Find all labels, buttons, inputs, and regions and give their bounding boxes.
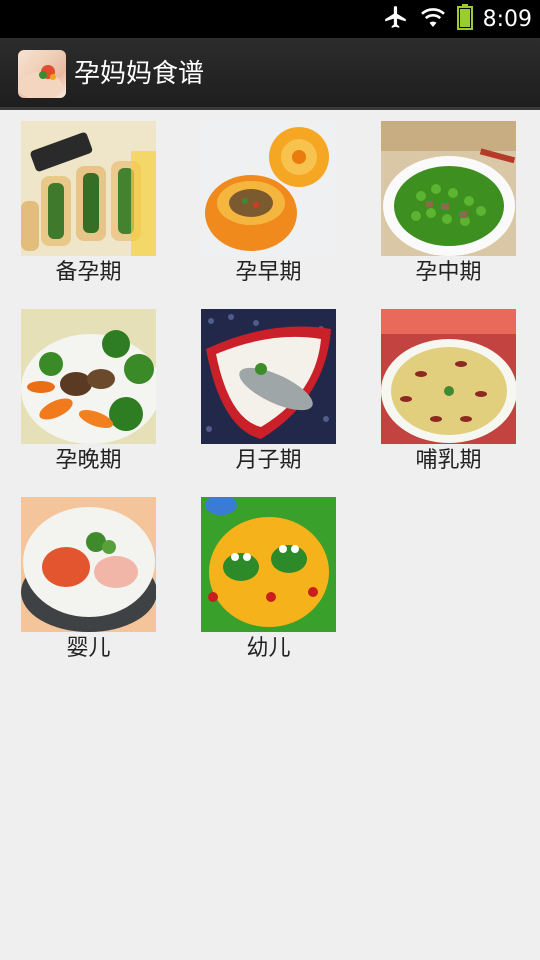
category-label: 孕中期: [415, 260, 482, 285]
category-label: 幼儿: [246, 636, 291, 661]
category-item-prepregnancy[interactable]: 备孕期: [21, 121, 171, 301]
airplane-mode-icon: [383, 4, 409, 34]
app-title: 孕妈妈食谱: [74, 59, 205, 89]
category-item-infant[interactable]: 婴儿: [21, 497, 171, 677]
category-label: 孕晚期: [55, 448, 122, 473]
status-time: 8:09: [482, 6, 532, 32]
category-item-early-pregnancy[interactable]: 孕早期: [201, 121, 351, 301]
category-item-mid-pregnancy[interactable]: 孕中期: [381, 121, 531, 301]
category-item-breastfeeding[interactable]: 哺乳期: [381, 309, 531, 489]
baby-congee-photo: [21, 497, 156, 632]
category-label: 备孕期: [55, 260, 122, 285]
category-grid: 备孕期 孕早期 孕中期 孕晚期 月子期 哺乳期 婴儿 幼儿: [0, 110, 540, 960]
carved-pumpkin-bowl-photo: [201, 121, 336, 256]
fish-soup-photo: [201, 309, 336, 444]
egg-pancake-photo: [381, 309, 516, 444]
wifi-icon: [419, 5, 447, 33]
category-item-toddler[interactable]: 幼儿: [201, 497, 351, 677]
category-item-late-pregnancy[interactable]: 孕晚期: [21, 309, 171, 489]
category-label: 哺乳期: [415, 448, 482, 473]
battery-icon: [456, 4, 473, 34]
status-bar: 8:09: [0, 0, 540, 38]
rolled-tofu-skin-spinach-photo: [21, 121, 156, 256]
broccoli-carrot-mushroom-photo: [21, 309, 156, 444]
edamame-stir-fry-photo: [381, 121, 516, 256]
category-item-confinement[interactable]: 月子期: [201, 309, 351, 489]
frog-shaped-food-photo: [201, 497, 336, 632]
app-bar: 孕妈妈食谱: [0, 38, 540, 110]
category-label: 月子期: [235, 448, 302, 473]
category-label: 孕早期: [235, 260, 302, 285]
app-logo-icon[interactable]: [18, 50, 66, 98]
category-label: 婴儿: [66, 636, 111, 661]
